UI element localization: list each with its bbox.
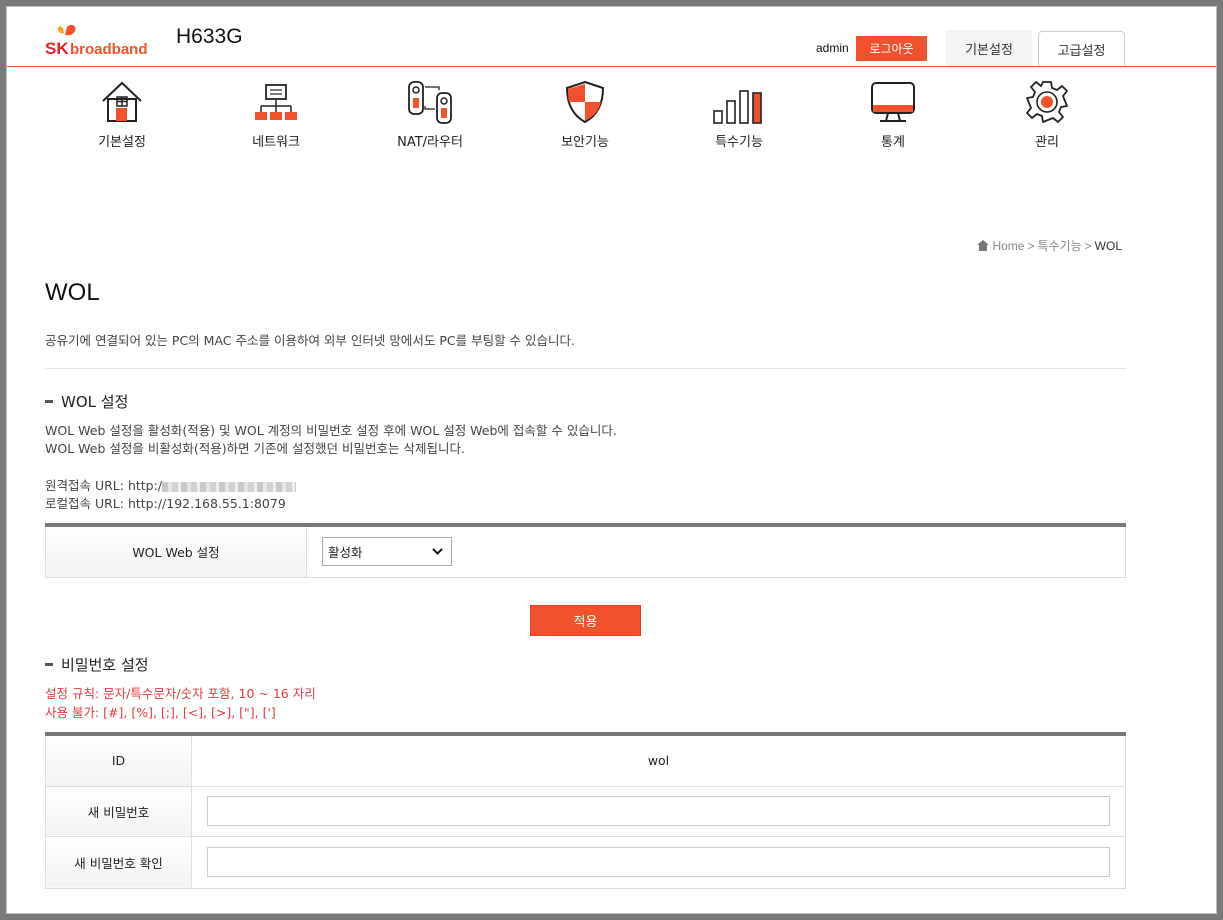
menu-item-network[interactable]: 네트워크: [216, 79, 336, 150]
menu-item-nat-router[interactable]: NAT/라우터: [370, 79, 490, 150]
id-value: wol: [191, 733, 1126, 787]
tab-advanced-settings[interactable]: 고급설정: [1038, 31, 1125, 67]
wol-web-select-value: 활성화: [328, 545, 363, 561]
section-bullet: [45, 400, 53, 403]
house-icon: [102, 81, 142, 122]
menu-label: NAT/라우터: [397, 135, 463, 150]
breadcrumb-home[interactable]: Home: [992, 239, 1024, 253]
section-divider: [45, 368, 1126, 369]
page-title: WOL: [45, 279, 100, 306]
home-icon: [977, 240, 990, 251]
shield-icon: [565, 80, 605, 124]
page-description: 공유기에 연결되어 있는 PC의 MAC 주소를 이용하여 외부 인터넷 망에서…: [45, 333, 576, 348]
apply-button[interactable]: 적용: [530, 605, 641, 636]
monitor-icon: [871, 82, 915, 122]
remote-url-label: 원격접속 URL: http:/: [45, 478, 163, 493]
password-section-heading: 비밀번호 설정: [45, 654, 149, 675]
remote-url: 원격접속 URL: http:/: [45, 477, 297, 494]
local-url: 로컬접속 URL: http://192.168.55.1:8079: [45, 496, 286, 511]
wol-section-heading: WOL 설정: [45, 391, 128, 412]
password-rule: 설정 규칙: 문자/특수문자/숫자 포함, 10 ~ 16 자리: [45, 686, 316, 701]
logout-button[interactable]: 로그아웃: [856, 36, 927, 61]
confirm-password-label: 새 비밀번호 확인: [45, 835, 192, 889]
wol-web-select[interactable]: 활성화: [322, 537, 452, 567]
menu-item-security[interactable]: 보안기능: [525, 79, 645, 150]
wol-section-title: WOL 설정: [61, 393, 129, 411]
confirm-password-input[interactable]: [207, 847, 1110, 877]
logo-brand: broadband: [70, 41, 148, 58]
password-forbidden: 사용 불가: [#], [%], [;], [<], [>], ["], [']: [45, 705, 276, 720]
menu-item-basic[interactable]: 기본설정: [62, 79, 182, 150]
new-password-input[interactable]: [207, 796, 1110, 826]
bars-icon: [713, 90, 762, 124]
menu-label: 관리: [1035, 135, 1059, 150]
wol-info-line2: WOL Web 설정을 비활성화(적용)하면 기존에 설정했던 비밀번호는 삭제…: [45, 441, 465, 456]
breadcrumb-separator: >: [1084, 238, 1092, 253]
menu-label: 네트워크: [252, 135, 300, 150]
menu-label: 특수기능: [715, 135, 763, 150]
model-name: H633G: [176, 25, 243, 48]
router-icon: [408, 81, 452, 124]
menu-item-special[interactable]: 특수기능: [679, 79, 799, 150]
password-table: ID wol 새 비밀번호 새 비밀번호 확인: [45, 732, 1126, 889]
wol-info-line1: WOL Web 설정을 활성화(적용) 및 WOL 계정의 비밀번호 설정 후에…: [45, 423, 617, 438]
logo-sk: SK: [45, 39, 69, 58]
menu-label: 보안기능: [561, 135, 609, 150]
menu-item-management[interactable]: 관리: [987, 79, 1107, 150]
redacted-url: [162, 481, 297, 492]
new-password-cell: [191, 785, 1126, 837]
breadcrumb-current: WOL: [1094, 238, 1122, 253]
user-name: admin: [816, 41, 849, 55]
sk-broadband-logo[interactable]: SK broadband: [45, 23, 165, 63]
password-section-title: 비밀번호 설정: [61, 656, 149, 674]
id-label: ID: [45, 733, 192, 787]
browser-page: SK broadband H633G admin 로그아웃 기본설정 고급설정 …: [6, 6, 1217, 914]
header-divider: [7, 66, 1216, 67]
gear-icon: [1026, 81, 1068, 123]
menu-label: 기본설정: [98, 135, 146, 150]
breadcrumb-parent[interactable]: 특수기능: [1037, 237, 1081, 254]
menu-label: 통계: [881, 135, 905, 150]
breadcrumb: Home > 특수기능 > WOL: [977, 237, 1122, 254]
wol-web-cell: 활성화: [306, 524, 1126, 578]
wol-web-label: WOL Web 설정: [45, 524, 307, 578]
section-bullet: [45, 663, 53, 666]
chevron-down-icon: [432, 548, 443, 556]
tab-basic-settings[interactable]: 기본설정: [946, 30, 1032, 67]
wol-web-table: WOL Web 설정 활성화: [45, 523, 1126, 578]
confirm-password-cell: [191, 835, 1126, 889]
network-icon: [255, 84, 297, 120]
breadcrumb-separator: >: [1027, 238, 1035, 253]
menu-item-statistics[interactable]: 통계: [833, 79, 953, 150]
new-password-label: 새 비밀번호: [45, 785, 192, 837]
